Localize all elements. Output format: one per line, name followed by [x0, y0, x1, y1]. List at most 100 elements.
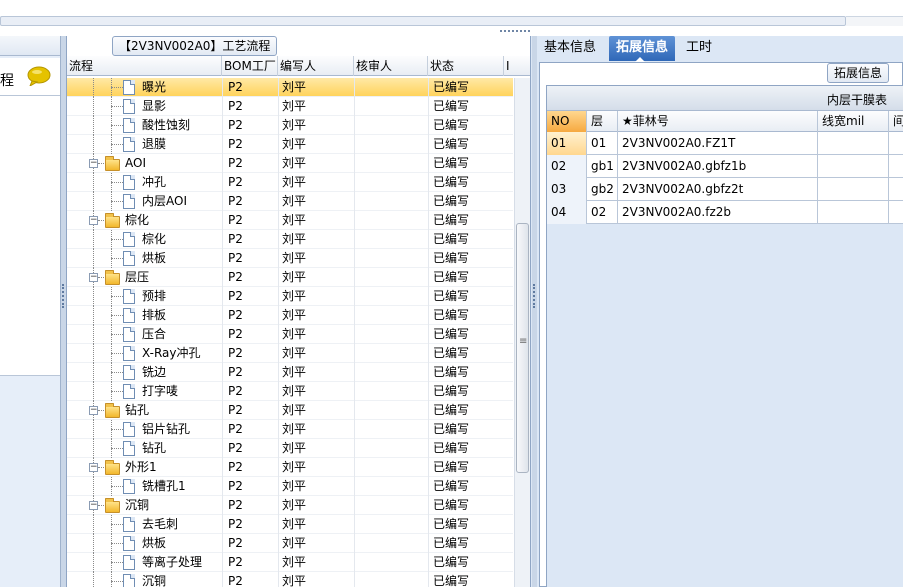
col-header-reviewer[interactable]: 核审人	[354, 56, 428, 76]
cell-line-width[interactable]	[818, 155, 889, 178]
collapse-toggle-icon[interactable]: −	[89, 273, 98, 282]
table-row[interactable]: 铣边 P2 刘平 已编写	[67, 363, 513, 382]
document-icon	[123, 441, 135, 456]
row-flow-name: 排板	[142, 308, 167, 322]
table-row[interactable]: X-Ray冲孔 P2 刘平 已编写	[67, 344, 513, 363]
col-header-status[interactable]: 状态	[428, 56, 504, 76]
column-divider	[278, 553, 279, 572]
tree-guide-line	[93, 230, 94, 249]
subtab-extended-info[interactable]: 拓展信息	[827, 63, 890, 83]
column-divider	[278, 458, 279, 477]
cell-gap[interactable]	[889, 132, 903, 155]
table-row[interactable]: 铣槽孔1 P2 刘平 已编写	[67, 477, 513, 496]
column-divider	[354, 515, 355, 534]
collapse-toggle-icon[interactable]: −	[89, 216, 98, 225]
col-header-gap[interactable]: 间	[889, 111, 903, 132]
table-row[interactable]: 酸性蚀刻 P2 刘平 已编写	[67, 116, 513, 135]
table-row[interactable]: − 棕化 P2 刘平 已编写	[67, 211, 513, 230]
table-row[interactable]: 等离子处理 P2 刘平 已编写	[67, 553, 513, 572]
collapse-toggle-icon[interactable]: −	[89, 406, 98, 415]
table-row[interactable]: 钻孔 P2 刘平 已编写	[67, 439, 513, 458]
tab-basic-info[interactable]: 基本信息	[537, 36, 603, 61]
table-row[interactable]: 01 01 2V3NV002A0.FZ1T	[547, 132, 903, 155]
table-row[interactable]: 内层AOI P2 刘平 已编写	[67, 192, 513, 211]
cell-film-number[interactable]: 2V3NV002A0.FZ1T	[618, 132, 818, 155]
table-row[interactable]: 铝片钻孔 P2 刘平 已编写	[67, 420, 513, 439]
cell-gap[interactable]	[889, 155, 903, 178]
col-header-flow[interactable]: 流程	[67, 56, 222, 76]
left-panel-item[interactable]: 程	[0, 58, 60, 96]
cell-line-width[interactable]	[818, 132, 889, 155]
collapse-toggle-icon[interactable]: −	[89, 463, 98, 472]
cell-no[interactable]: 01	[547, 132, 587, 155]
cell-no[interactable]: 04	[547, 201, 587, 224]
document-icon	[123, 289, 135, 304]
cell-layer[interactable]: gb2	[587, 178, 618, 201]
table-row[interactable]: − 钻孔 P2 刘平 已编写	[67, 401, 513, 420]
table-row[interactable]: 冲孔 P2 刘平 已编写	[67, 173, 513, 192]
row-bom-factory: P2	[228, 213, 243, 227]
row-writer: 刘平	[282, 156, 307, 170]
col-header-film[interactable]: ★菲林号	[618, 111, 818, 132]
cell-gap[interactable]	[889, 201, 903, 224]
tree-guide-line	[93, 420, 94, 439]
col-header-layer[interactable]: 层	[587, 111, 618, 132]
cell-no[interactable]: 03	[547, 178, 587, 201]
tree-guide-line	[93, 553, 94, 572]
tab-extended-info[interactable]: 拓展信息	[609, 36, 676, 62]
table-row[interactable]: 02 gb1 2V3NV002A0.gbfz1b	[547, 155, 903, 178]
table-row[interactable]: 排板 P2 刘平 已编写	[67, 306, 513, 325]
scrollbar-thumb[interactable]	[516, 223, 529, 473]
column-divider	[428, 192, 429, 211]
table-row[interactable]: 显影 P2 刘平 已编写	[67, 97, 513, 116]
cell-layer[interactable]: 02	[587, 201, 618, 224]
row-bom-factory: P2	[228, 80, 243, 94]
cell-line-width[interactable]	[818, 178, 889, 201]
table-row[interactable]: 03 gb2 2V3NV002A0.gbfz2t	[547, 178, 903, 201]
cell-film-number[interactable]: 2V3NV002A0.gbfz2t	[618, 178, 818, 201]
tree-branch-line	[98, 220, 104, 221]
table-row[interactable]: 烘板 P2 刘平 已编写	[67, 534, 513, 553]
splitter-grip[interactable]	[500, 30, 530, 33]
collapse-toggle-icon[interactable]: −	[89, 159, 98, 168]
col-header-writer[interactable]: 编写人	[278, 56, 354, 76]
tab-work-hours[interactable]: 工时	[679, 36, 719, 61]
col-header-no[interactable]: NO	[547, 111, 587, 132]
table-row[interactable]: 打字唛 P2 刘平 已编写	[67, 382, 513, 401]
cell-no[interactable]: 02	[547, 155, 587, 178]
column-divider	[354, 287, 355, 306]
column-divider	[222, 154, 223, 173]
folder-icon	[105, 213, 120, 228]
table-row[interactable]: 曝光 P2 刘平 已编写	[67, 78, 513, 97]
column-divider	[278, 230, 279, 249]
cell-layer[interactable]: gb1	[587, 155, 618, 178]
tree-guide-line	[93, 306, 94, 325]
document-icon	[123, 479, 135, 494]
column-divider	[428, 344, 429, 363]
table-row[interactable]: − AOI P2 刘平 已编写	[67, 154, 513, 173]
row-writer: 刘平	[282, 441, 307, 455]
col-header-extra[interactable]: I	[504, 56, 530, 76]
table-row[interactable]: 预排 P2 刘平 已编写	[67, 287, 513, 306]
col-header-line-width[interactable]: 线宽mil	[818, 111, 889, 132]
table-row[interactable]: − 外形1 P2 刘平 已编写	[67, 458, 513, 477]
table-row[interactable]: 压合 P2 刘平 已编写	[67, 325, 513, 344]
table-row[interactable]: − 层压 P2 刘平 已编写	[67, 268, 513, 287]
process-vertical-scrollbar[interactable]	[514, 78, 530, 587]
cell-line-width[interactable]	[818, 201, 889, 224]
cell-gap[interactable]	[889, 178, 903, 201]
table-row[interactable]: 烘板 P2 刘平 已编写	[67, 249, 513, 268]
table-row[interactable]: 04 02 2V3NV002A0.fz2b	[547, 201, 903, 224]
cell-film-number[interactable]: 2V3NV002A0.fz2b	[618, 201, 818, 224]
table-row[interactable]: 棕化 P2 刘平 已编写	[67, 230, 513, 249]
horizontal-scrollbar[interactable]	[0, 16, 846, 26]
col-header-bom[interactable]: BOM工厂	[222, 56, 278, 76]
column-divider	[428, 401, 429, 420]
table-row[interactable]: 去毛刺 P2 刘平 已编写	[67, 515, 513, 534]
cell-layer[interactable]: 01	[587, 132, 618, 155]
table-row[interactable]: 沉铜 P2 刘平 已编写	[67, 572, 513, 587]
cell-film-number[interactable]: 2V3NV002A0.gbfz1b	[618, 155, 818, 178]
table-row[interactable]: − 沉铜 P2 刘平 已编写	[67, 496, 513, 515]
collapse-toggle-icon[interactable]: −	[89, 501, 98, 510]
table-row[interactable]: 退膜 P2 刘平 已编写	[67, 135, 513, 154]
